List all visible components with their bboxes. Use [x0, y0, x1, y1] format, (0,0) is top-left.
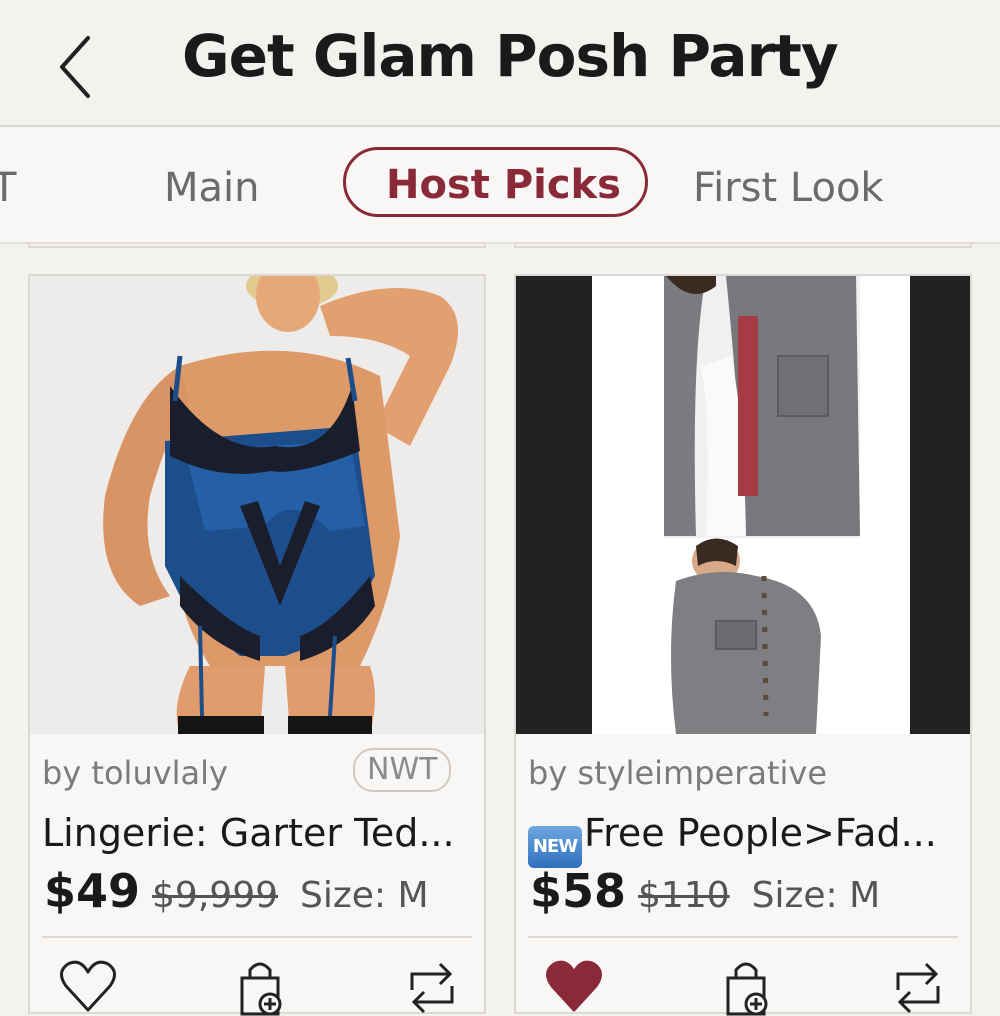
like-heart-icon[interactable] [58, 956, 118, 1016]
listing-price: $58 [530, 864, 627, 918]
price-row: $58 $110 Size: M [530, 864, 880, 918]
listing-size: Size: M [751, 875, 881, 916]
add-to-bundle-icon[interactable] [230, 956, 290, 1016]
previous-card-edge [28, 242, 486, 248]
listing-title: Free People>Fad... [584, 811, 937, 855]
divider [42, 936, 472, 938]
tab-host-picks[interactable]: Host Picks [343, 147, 648, 217]
seller-name[interactable]: by toluvlaly [42, 754, 228, 792]
add-to-bundle-icon[interactable] [716, 956, 776, 1016]
tab-main[interactable]: Main [164, 165, 260, 211]
nwt-badge: NWT [353, 748, 452, 792]
listing-card[interactable]: by styleimperative NEW Free People>Fad...… [514, 274, 972, 1016]
divider [528, 936, 958, 938]
page-title: Get Glam Posh Party [182, 22, 839, 90]
listing-card[interactable]: by toluvlaly NWT Lingerie: Garter Ted...… [28, 274, 486, 1016]
tab-partial[interactable]: T [0, 165, 16, 211]
header-bar: Get Glam Posh Party [0, 0, 1000, 127]
listing-photo[interactable] [30, 276, 484, 734]
share-icon[interactable] [402, 956, 462, 1016]
seller-name[interactable]: by styleimperative [528, 754, 827, 792]
liked-heart-icon[interactable] [544, 956, 604, 1016]
listing-price: $49 [44, 864, 141, 918]
price-row: $49 $9,999 Size: M [44, 864, 429, 918]
original-price: $110 [638, 875, 730, 916]
listing-size: Size: M [300, 875, 429, 916]
previous-card-edge [514, 242, 972, 248]
share-icon[interactable] [888, 956, 948, 1016]
original-price: $9,999 [152, 875, 278, 916]
listing-title-row[interactable]: NEW Free People>Fad... [528, 811, 937, 868]
listing-photo[interactable] [516, 276, 970, 734]
tab-bar: T Main Host Picks First Look [0, 127, 1000, 244]
back-chevron-icon[interactable] [52, 32, 102, 102]
tab-first-look[interactable]: First Look [693, 165, 884, 211]
new-emoji-icon: NEW [528, 826, 582, 868]
listing-title[interactable]: Lingerie: Garter Ted... [42, 811, 455, 855]
